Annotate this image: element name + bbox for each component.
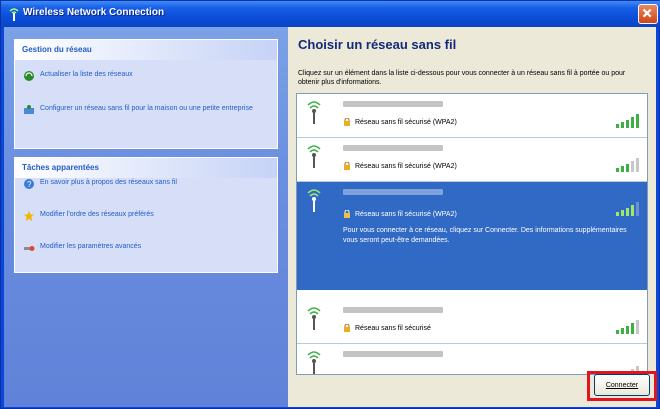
- signal-strength-icon: [616, 114, 639, 128]
- wireless-connection-window: Wireless Network Connection Gestion du r…: [0, 0, 660, 409]
- wireless-network-icon: [9, 8, 19, 21]
- network-name-redacted: [343, 307, 443, 313]
- learn-wireless-link[interactable]: ? En savoir plus à propos des réseaux sa…: [23, 178, 269, 190]
- security-label: Réseau sans fil sécurisé (WPA2): [355, 210, 457, 218]
- network-name-redacted: [343, 145, 443, 151]
- change-preferred-order-label: Modifier l'ordre des réseaux préférés: [40, 211, 154, 218]
- setup-wireless-network-link[interactable]: Configurer un réseau sans fil pour la ma…: [23, 104, 269, 116]
- advanced-settings-label: Modifier les paramètres avancés: [40, 243, 142, 250]
- wireless-antenna-icon: [307, 307, 321, 330]
- network-item[interactable]: Réseau sans fil sécurisé (WPA2): [297, 94, 647, 138]
- lock-icon: [344, 162, 350, 170]
- page-title: Choisir un réseau sans fil: [298, 37, 457, 52]
- wireless-antenna-icon: [307, 189, 321, 212]
- connect-instructions: Pour vous connecter à ce réseau, cliquez…: [343, 227, 627, 244]
- network-item[interactable]: Réseau sans fil sécurisé: [297, 300, 647, 344]
- network-name-redacted: [343, 351, 443, 357]
- security-label: Réseau sans fil sécurisé (WPA2): [355, 118, 457, 126]
- settings-icon: [24, 246, 35, 251]
- network-name-redacted: [343, 189, 443, 195]
- advanced-settings-link[interactable]: Modifier les paramètres avancés: [23, 242, 269, 254]
- close-icon: [642, 8, 652, 18]
- wireless-antenna-icon: [307, 351, 321, 374]
- help-icon: ?: [24, 179, 34, 189]
- wireless-antenna-icon: [307, 101, 321, 124]
- signal-strength-icon: [616, 202, 639, 216]
- security-label: Réseau sans fil sécurisé (WPA2): [355, 162, 457, 170]
- network-tasks-header: Gestion du réseau: [15, 40, 277, 60]
- refresh-network-list-link[interactable]: Actualiser la liste des réseaux: [23, 70, 269, 82]
- signal-strength-icon: [616, 158, 639, 172]
- network-name-redacted: [343, 101, 443, 107]
- refresh-icon: [24, 71, 34, 81]
- network-setup-icon: [24, 105, 34, 114]
- title-bar[interactable]: Wireless Network Connection: [1, 1, 660, 27]
- security-status: Réseau sans fil sécurisé (WPA2): [343, 162, 457, 170]
- related-tasks-panel: Tâches apparentées ? En savoir plus à pr…: [14, 157, 278, 273]
- related-tasks-header: Tâches apparentées: [15, 158, 277, 178]
- instructions-text: Cliquez sur un élément dans la liste ci-…: [298, 70, 626, 86]
- close-button[interactable]: [638, 4, 658, 24]
- network-item[interactable]: Réseau sans fil sécurisé (WPA2): [297, 138, 647, 182]
- setup-wireless-network-label: Configurer un réseau sans fil pour la ma…: [40, 105, 253, 112]
- signal-strength-icon: [616, 320, 639, 334]
- network-list[interactable]: Réseau sans fil sécurisé (WPA2) Réseau s…: [296, 93, 648, 375]
- security-status: Réseau sans fil sécurisé: [343, 324, 431, 332]
- task-pane: Gestion du réseau Actualiser la liste de…: [4, 27, 288, 407]
- lock-icon: [344, 118, 350, 126]
- security-status: Réseau sans fil sécurisé (WPA2): [343, 118, 457, 126]
- learn-wireless-label: En savoir plus à propos des réseaux sans…: [40, 179, 177, 186]
- change-preferred-order-link[interactable]: Modifier l'ordre des réseaux préférés: [23, 210, 269, 222]
- security-status: Réseau sans fil sécurisé (WPA2): [343, 210, 457, 218]
- connect-button-highlight: [587, 371, 657, 401]
- security-label: Réseau sans fil sécurisé: [355, 324, 431, 332]
- svg-text:?: ?: [27, 180, 32, 189]
- network-item-selected[interactable]: Réseau sans fil sécurisé (WPA2) Pour vou…: [297, 182, 647, 290]
- lock-icon: [344, 210, 350, 218]
- lock-icon: [344, 324, 350, 332]
- star-icon: [24, 211, 34, 221]
- main-pane: Choisir un réseau sans fil Cliquez sur u…: [288, 27, 656, 407]
- wireless-antenna-icon: [307, 145, 321, 168]
- refresh-network-list-label: Actualiser la liste des réseaux: [40, 71, 133, 78]
- window-title: Wireless Network Connection: [23, 7, 165, 18]
- network-tasks-panel: Gestion du réseau Actualiser la liste de…: [14, 39, 278, 149]
- client-area: Gestion du réseau Actualiser la liste de…: [4, 27, 656, 407]
